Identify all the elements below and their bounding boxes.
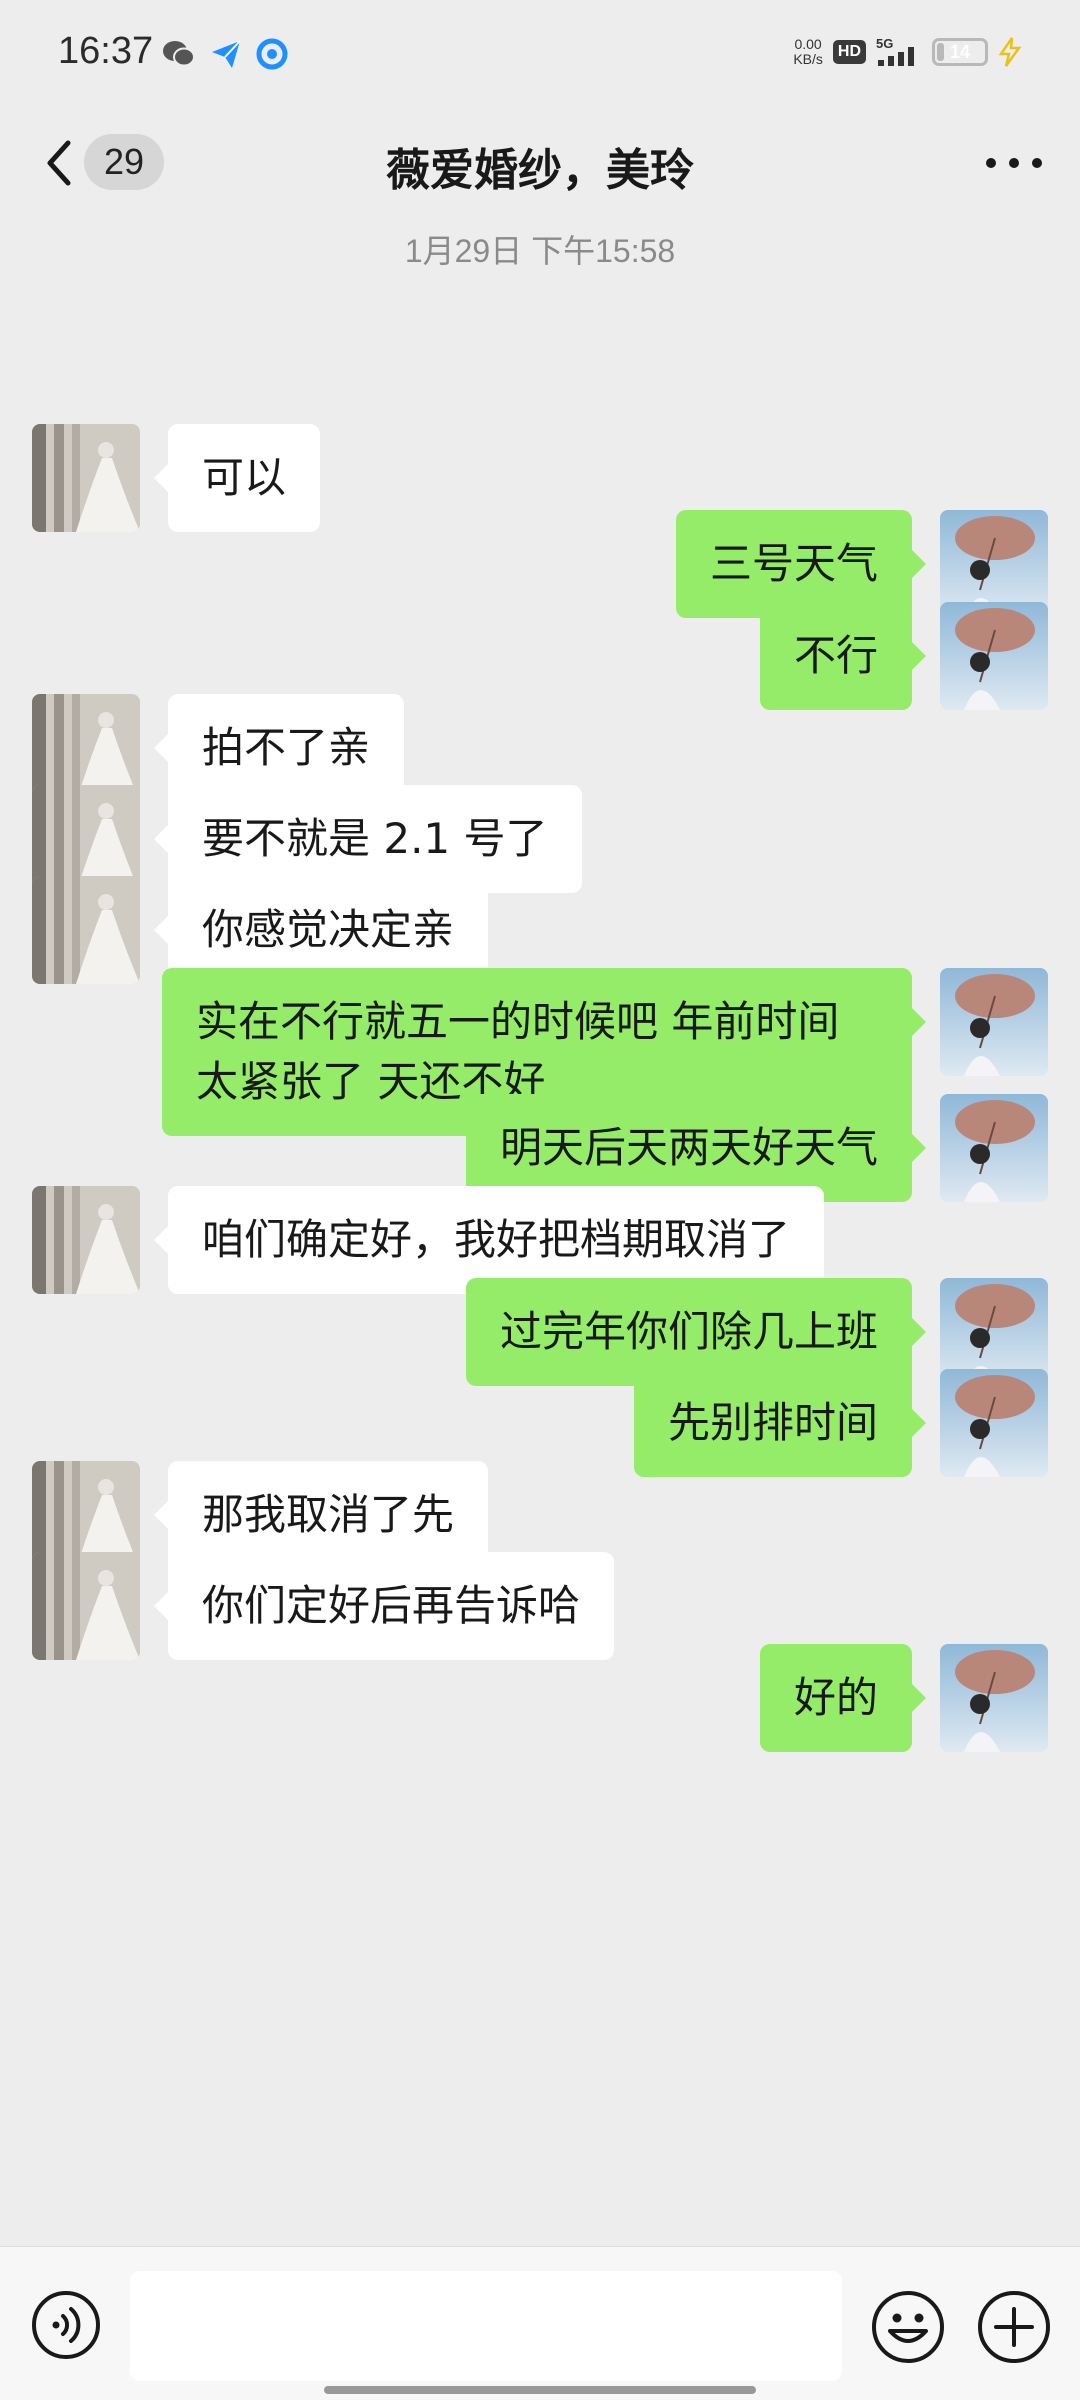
- wechat-icon: [163, 41, 195, 67]
- voice-icon[interactable]: [30, 2289, 102, 2361]
- message-list[interactable]: 1月29日 下午15:58 可以 三号天气 不行 拍不了亲 要不就是 2.1 号了 你感觉…: [0, 218, 1080, 2246]
- emoji-icon[interactable]: [870, 2289, 946, 2365]
- chat-title: 薇爱婚纱，美玲: [386, 145, 694, 196]
- plus-icon[interactable]: [976, 2289, 1052, 2365]
- browser-icon: [256, 38, 288, 70]
- my-avatar[interactable]: [940, 968, 1048, 1076]
- more-dots-icon[interactable]: [986, 138, 1042, 188]
- status-time: 16:37: [58, 30, 154, 72]
- message-input[interactable]: [130, 2271, 842, 2381]
- my-avatar[interactable]: [940, 1644, 1048, 1752]
- hd-badge: HD: [832, 40, 866, 64]
- network-speed-unit: KB/s: [793, 51, 823, 67]
- outgoing-message: 好的: [0, 1644, 1080, 1794]
- system-icons: 0.00 KB/s HD 5G 14: [793, 36, 1022, 68]
- signal-icon: 5G: [876, 36, 914, 66]
- message-timestamp: 1月29日 下午15:58: [404, 233, 676, 269]
- battery-icon: 14: [932, 38, 988, 66]
- network-speed: 0.00 KB/s: [793, 37, 823, 67]
- input-bar: [0, 2246, 1080, 2400]
- network-type: 5G: [876, 36, 893, 51]
- network-speed-value: 0.00: [794, 36, 822, 52]
- chat-header: 29 薇爱婚纱，美玲: [0, 108, 1080, 218]
- charging-icon: [998, 37, 1022, 67]
- send-icon: [212, 40, 241, 68]
- home-indicator[interactable]: [324, 2386, 756, 2394]
- message-bubble[interactable]: 好的: [759, 1644, 927, 1752]
- notification-icons: [162, 38, 288, 70]
- battery-level: 14: [949, 41, 971, 62]
- chat-screen: 16:37 0.00 KB/s HD 5G 14 29 薇爱婚纱，美玲 1月29…: [0, 0, 1080, 2400]
- status-bar: 16:37 0.00 KB/s HD 5G 14: [0, 0, 1080, 108]
